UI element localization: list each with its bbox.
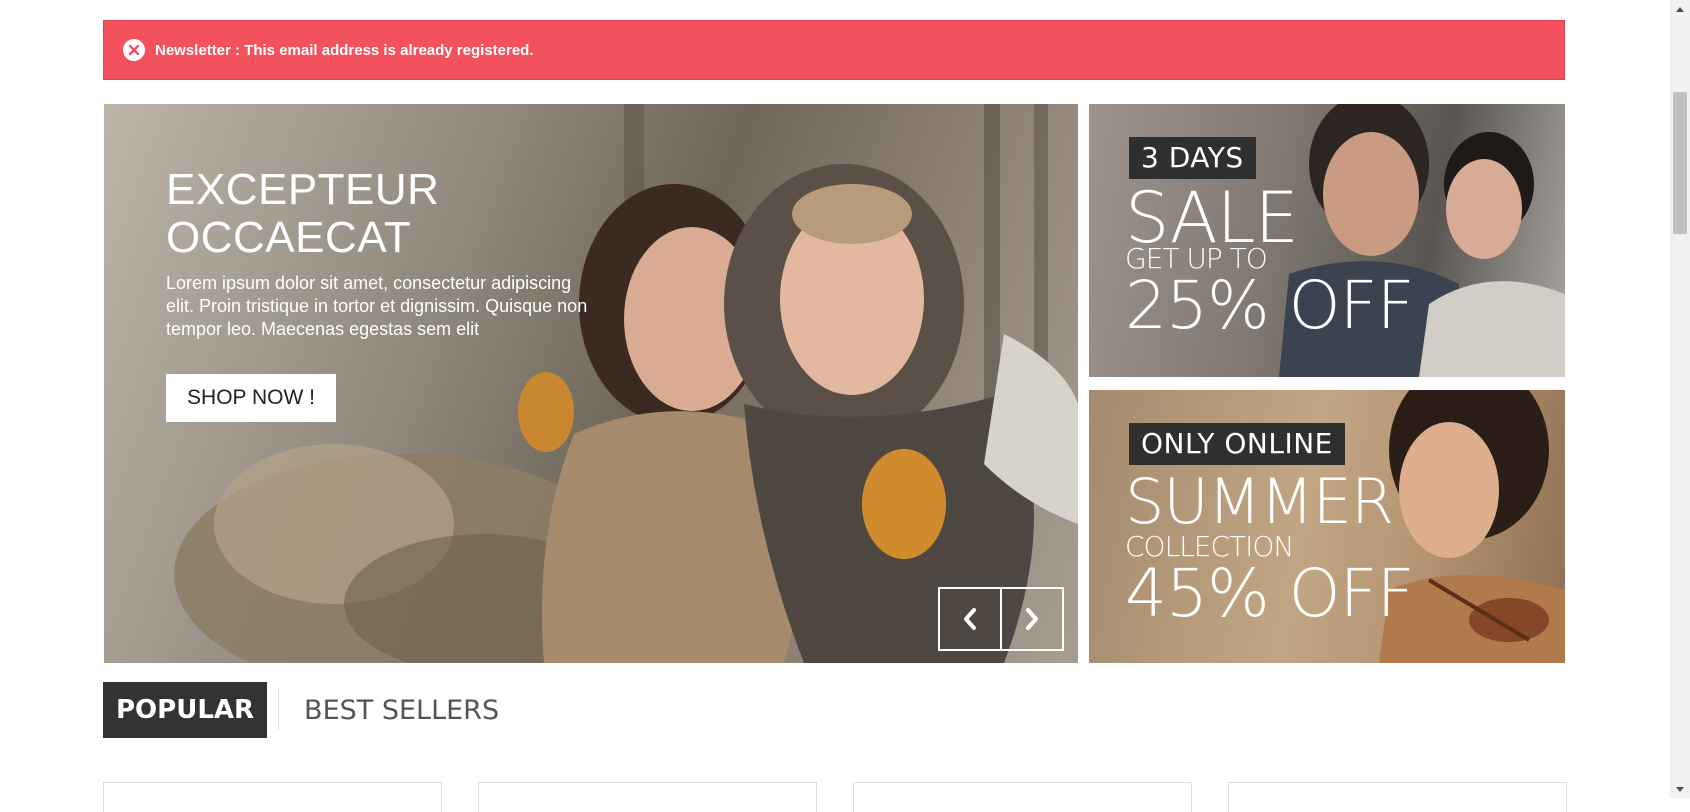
sale-banner-tag: 3 DAYS	[1129, 137, 1256, 179]
product-card[interactable]	[853, 782, 1192, 812]
shop-now-button[interactable]: SHOP NOW !	[166, 374, 336, 422]
page-scrollbar[interactable]	[1670, 0, 1690, 798]
summer-banner-line1: SUMMER	[1125, 465, 1394, 538]
summer-banner-line3: 45% OFF	[1125, 555, 1415, 632]
tab-divider	[278, 690, 280, 730]
slider-nav	[938, 587, 1064, 651]
caret-up-icon	[1676, 6, 1684, 12]
chevron-left-icon	[964, 608, 976, 630]
caret-down-icon	[1676, 786, 1684, 792]
sale-banner[interactable]: 3 DAYS SALE GET UP TO 25% OFF	[1089, 104, 1565, 377]
tab-popular[interactable]: POPULAR	[103, 682, 268, 738]
tab-best-sellers[interactable]: BEST SELLERS	[291, 682, 512, 738]
sale-banner-line3: 25% OFF	[1125, 267, 1415, 344]
alert-message: Newsletter : This email address is alrea…	[155, 41, 534, 59]
slider-next-button[interactable]	[1002, 589, 1062, 649]
scroll-thumb[interactable]	[1673, 92, 1687, 234]
hero-title-line1: EXCEPTEUR	[166, 165, 440, 214]
scroll-up-button[interactable]	[1670, 0, 1690, 17]
summer-banner[interactable]: ONLY ONLINE SUMMER COLLECTION 45% OFF	[1089, 390, 1565, 663]
product-card[interactable]	[1228, 782, 1567, 812]
hero-slider[interactable]: EXCEPTEUR OCCAECAT Lorem ipsum dolor sit…	[104, 104, 1078, 663]
hero-description: Lorem ipsum dolor sit amet, consectetur …	[166, 273, 588, 339]
slider-prev-button[interactable]	[940, 589, 1002, 649]
chevron-right-icon	[1026, 608, 1038, 630]
newsletter-error-alert: Newsletter : This email address is alrea…	[103, 20, 1565, 80]
summer-banner-tag: ONLY ONLINE	[1129, 423, 1345, 465]
product-tabs: POPULAR BEST SELLERS	[103, 682, 512, 738]
page: Newsletter : This email address is alrea…	[0, 0, 1670, 812]
hero-title-line2: OCCAECAT	[166, 213, 412, 262]
close-circle-icon	[123, 39, 145, 61]
hero-title: EXCEPTEUR OCCAECAT	[166, 166, 596, 262]
scroll-down-button[interactable]	[1670, 781, 1690, 798]
product-card[interactable]	[478, 782, 817, 812]
product-card[interactable]	[103, 782, 442, 812]
